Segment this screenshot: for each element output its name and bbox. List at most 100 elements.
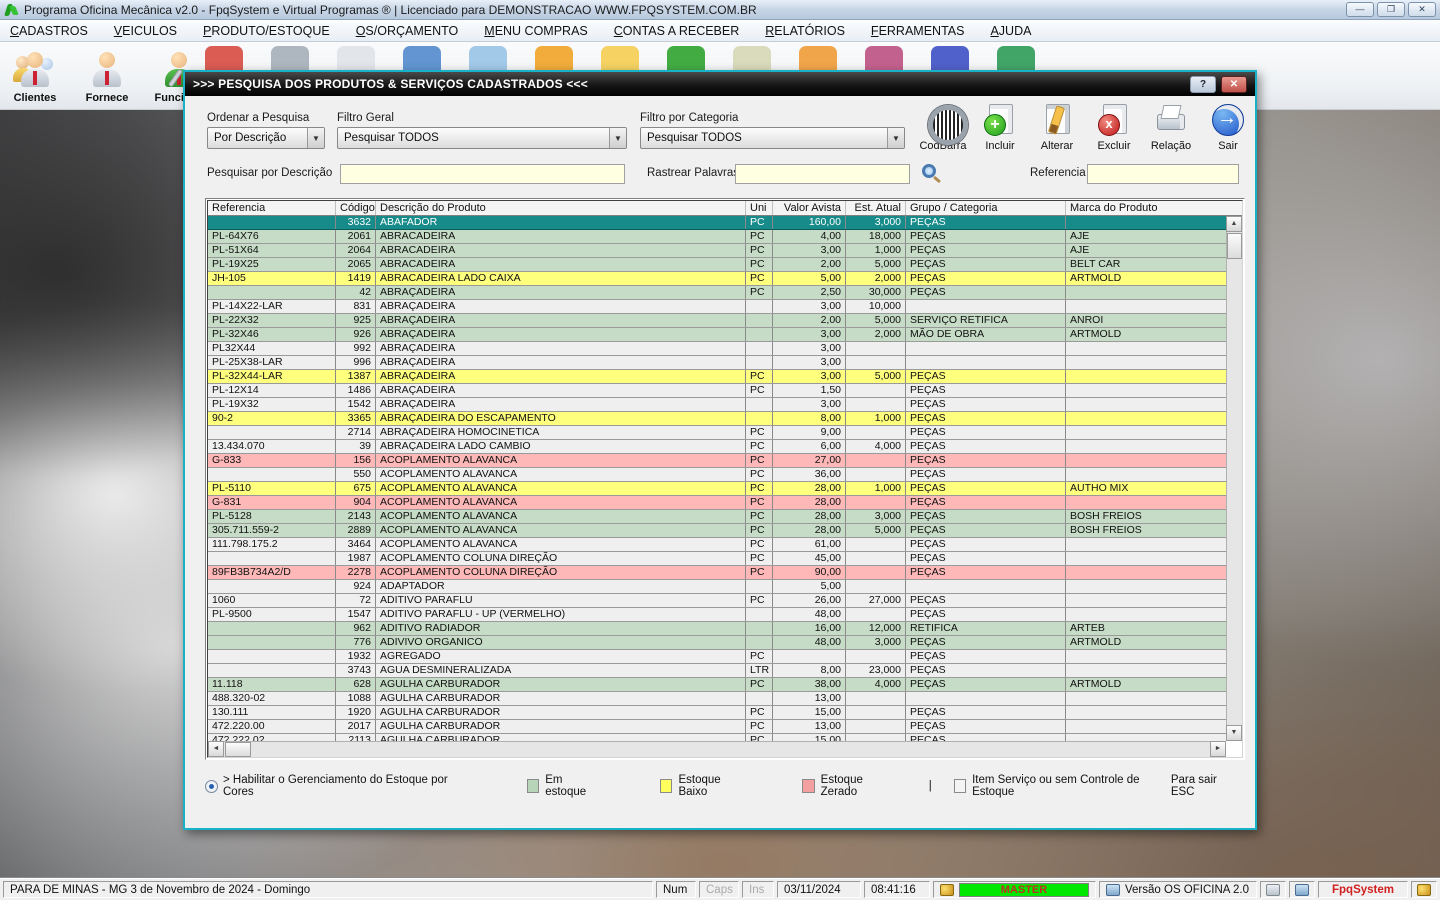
table-row[interactable]: 776 ADIVIVO ORGANICO 48,00 3,000 PEÇAS A… [208,636,1226,650]
dialog-close-button[interactable]: ✕ [1221,76,1247,93]
cell-marca [1066,496,1226,509]
table-row[interactable]: PL-25X38-LAR 996 ABRAÇADEIRA 3,00 [208,356,1226,370]
table-row[interactable]: PL-64X76 2061 ABRACADEIRA PC 4,00 18,000… [208,230,1226,244]
chevron-down-icon[interactable]: ▼ [609,128,626,148]
scroll-up-icon[interactable]: ▲ [1226,216,1242,232]
header-descricao[interactable]: Descrição do Produto [376,201,746,215]
cell-descricao: ABRACADEIRA LADO CAIXA [376,272,746,285]
scroll-left-icon[interactable]: ◄ [208,741,224,757]
codbarra-button[interactable]: CodBarra [918,104,968,156]
table-row[interactable]: 130.111 1920 AGULHA CARBURADOR PC 15,00 … [208,706,1226,720]
table-row[interactable]: PL-32X44-LAR 1387 ABRAÇADEIRA PC 3,00 5,… [208,370,1226,384]
display-icon[interactable] [1295,884,1309,896]
toolbar-fornecedores-button[interactable]: Fornece [78,44,136,106]
table-row[interactable]: PL-14X22-LAR 831 ABRAÇADEIRA 3,00 10,000 [208,300,1226,314]
scroll-right-icon[interactable]: ► [1210,741,1226,757]
table-row[interactable]: 1060 72 ADITIVO PARAFLU PC 26,00 27,000 … [208,594,1226,608]
table-row[interactable]: 1987 ACOPLAMENTO COLUNA DIREÇÃO PC 45,00… [208,552,1226,566]
header-valor-avista[interactable]: Valor Avista [773,201,846,215]
menu-item[interactable]: FERRAMENTAS [871,24,965,38]
table-row[interactable]: G-831 904 ACOPLAMENTO ALAVANCA PC 28,00 … [208,496,1226,510]
header-uni[interactable]: Uni [746,201,773,215]
table-row[interactable]: 11.118 628 AGULHA CARBURADOR PC 38,00 4,… [208,678,1226,692]
menu-item[interactable]: VEICULOS [114,24,177,38]
cell-grupo: PEÇAS [906,650,1066,663]
header-codigo[interactable]: Código [336,201,376,215]
cell-valor-avista: 5,00 [773,580,846,593]
vertical-scrollbar[interactable]: ▲ ▼ [1226,216,1242,741]
sair-button[interactable]: Sair [1203,104,1253,156]
table-row[interactable]: 13.434.070 39 ABRAÇADEIRA LADO CAMBIO PC… [208,440,1226,454]
table-row[interactable]: PL-51X64 2064 ABRACADEIRA PC 3,00 1,000 … [208,244,1226,258]
track-words-input[interactable] [735,164,910,184]
dialog-titlebar[interactable]: >>> PESQUISA DOS PRODUTOS & SERVIÇOS CAD… [185,72,1255,96]
excluir-button[interactable]: Excluir [1089,104,1139,156]
printer-icon[interactable] [1266,884,1280,896]
close-button[interactable]: ✕ [1408,2,1436,17]
menu-item[interactable]: OS/ORÇAMENTO [356,24,459,38]
table-row[interactable]: 3632 ABAFADOR PC 160,00 3,000 PEÇAS [208,216,1226,230]
menu-item[interactable]: CONTAS A RECEBER [614,24,740,38]
table-row[interactable]: 2714 ABRAÇADEIRA HOMOCINETICA PC 9,00 PE… [208,426,1226,440]
restore-button[interactable]: ❐ [1377,2,1405,17]
order-search-combobox[interactable]: Por Descrição ▼ [207,127,325,149]
menu-item[interactable]: RELATÓRIOS [765,24,845,38]
menu-item[interactable]: MENU COMPRAS [484,24,588,38]
table-row[interactable]: PL-9500 1547 ADITIVO PARAFLU - UP (VERME… [208,608,1226,622]
table-row[interactable]: 472.222.02 2113 AGULHA CARBURADOR PC 15,… [208,734,1226,741]
table-row[interactable]: PL-5128 2143 ACOPLAMENTO ALAVANCA PC 28,… [208,510,1226,524]
horizontal-scrollbar[interactable]: ◄ ► [208,741,1226,757]
cell-est-atual: 5,000 [846,370,906,383]
incluir-button[interactable]: Incluir [975,104,1025,156]
table-row[interactable]: 89FB3B734A2/D 2278 ACOPLAMENTO COLUNA DI… [208,566,1226,580]
table-row[interactable]: PL-22X32 925 ABRAÇADEIRA 2,00 5,000 SERV… [208,314,1226,328]
scroll-down-icon[interactable]: ▼ [1226,725,1242,741]
table-row[interactable]: JH-105 1419 ABRACADEIRA LADO CAIXA PC 5,… [208,272,1226,286]
category-filter-combobox[interactable]: Pesquisar TODOS ▼ [640,127,905,149]
reference-input[interactable] [1087,164,1239,184]
menu-item[interactable]: AJUDA [990,24,1031,38]
table-row[interactable]: 488.320-02 1088 AGULHA CARBURADOR 13,00 [208,692,1226,706]
table-row[interactable]: 962 ADITIVO RADIADOR 16,00 12,000 RETIFI… [208,622,1226,636]
cell-marca [1066,566,1226,579]
chevron-down-icon[interactable]: ▼ [307,128,324,148]
alterar-button[interactable]: Alterar [1032,104,1082,156]
table-row[interactable]: 472.220.00 2017 AGULHA CARBURADOR PC 13,… [208,720,1226,734]
table-row[interactable]: 90-2 3365 ABRAÇADEIRA DO ESCAPAMENTO 8,0… [208,412,1226,426]
general-filter-combobox[interactable]: Pesquisar TODOS ▼ [337,127,627,149]
chevron-down-icon[interactable]: ▼ [887,128,904,148]
table-row[interactable]: G-833 156 ACOPLAMENTO ALAVANCA PC 27,00 … [208,454,1226,468]
vertical-scroll-thumb[interactable] [1227,233,1242,259]
cell-marca [1066,692,1226,705]
table-row[interactable]: 3743 AGUA DESMINERALIZADA LTR 8,00 23,00… [208,664,1226,678]
table-row[interactable]: PL-32X46 926 ABRAÇADEIRA 3,00 2,000 MÃO … [208,328,1226,342]
table-row[interactable]: PL-19X32 1542 ABRAÇADEIRA 3,00 PEÇAS [208,398,1226,412]
menu-item[interactable]: PRODUTO/ESTOQUE [203,24,330,38]
table-row[interactable]: 924 ADAPTADOR 5,00 [208,580,1226,594]
table-row[interactable]: 1932 AGREGADO PC PEÇAS [208,650,1226,664]
toolbar-button-label: Fornece [86,92,129,104]
table-row[interactable]: PL32X44 992 ABRAÇADEIRA 3,00 [208,342,1226,356]
table-row[interactable]: 111.798.175.2 3464 ACOPLAMENTO ALAVANCA … [208,538,1226,552]
dialog-help-button[interactable]: ? [1190,76,1216,93]
header-est-atual[interactable]: Est. Atual [846,201,906,215]
relacao-button[interactable]: Relação [1146,104,1196,156]
header-marca[interactable]: Marca do Produto [1066,201,1242,215]
table-row[interactable]: PL-19X25 2065 ABRACADEIRA PC 2,00 5,000 … [208,258,1226,272]
table-row[interactable]: 305.711.559-2 2889 ACOPLAMENTO ALAVANCA … [208,524,1226,538]
search-description-input[interactable] [340,164,625,184]
minimize-button[interactable]: — [1346,2,1374,17]
horizontal-scroll-thumb[interactable] [225,742,251,757]
toolbar-clientes-button[interactable]: Clientes [6,44,64,106]
header-grupo-categoria[interactable]: Grupo / Categoria [906,201,1066,215]
table-row[interactable]: PL-5110 675 ACOPLAMENTO ALAVANCA PC 28,0… [208,482,1226,496]
table-row[interactable]: 550 ACOPLAMENTO ALAVANCA PC 36,00 PEÇAS [208,468,1226,482]
table-row[interactable]: PL-12X14 1486 ABRAÇADEIRA PC 1,50 PEÇAS [208,384,1226,398]
menu-item[interactable]: CADASTROS [10,24,88,38]
cell-valor-avista: 38,00 [773,678,846,691]
search-icon[interactable] [922,164,936,178]
table-row[interactable]: 42 ABRAÇADEIRA PC 2,50 30,000 PEÇAS [208,286,1226,300]
cell-marca [1066,342,1226,355]
header-referencia[interactable]: Referencia [208,201,336,215]
color-management-radio[interactable] [205,780,218,793]
